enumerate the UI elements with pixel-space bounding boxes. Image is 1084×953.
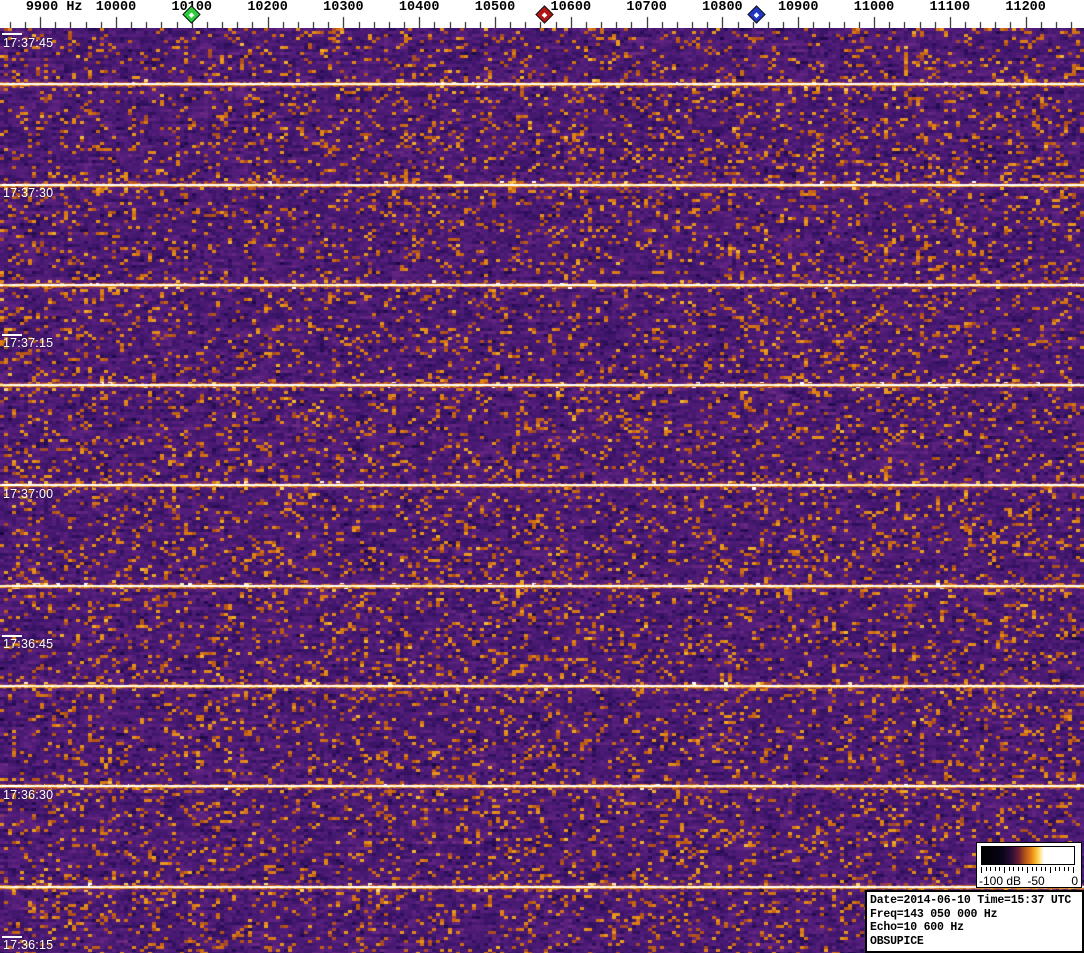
freq-tick-label: 9900 Hz bbox=[25, 0, 83, 15]
colorbar-tick bbox=[1040, 867, 1042, 871]
colorbar-label-min: -100 dB bbox=[979, 874, 1022, 888]
colorbar-tick bbox=[1004, 867, 1005, 873]
colorbar-tick bbox=[1073, 867, 1074, 873]
red-marker-center-dot bbox=[541, 11, 548, 17]
colorbar-legend: -100 dB -50 0 bbox=[976, 842, 1082, 888]
info-station: OBSUPICE bbox=[870, 934, 924, 948]
spectrogram-app: { "chart_data": { "type": "heatmap", "de… bbox=[0, 0, 1084, 953]
colorbar-tick bbox=[1027, 867, 1028, 873]
colorbar-tick bbox=[1045, 867, 1047, 871]
colorbar-tick bbox=[1008, 867, 1010, 871]
info-frequency: Freq=143 050 000 Hz bbox=[870, 907, 998, 921]
colorbar-tick bbox=[990, 867, 992, 871]
time-label: 17:37:30 bbox=[3, 186, 54, 200]
freq-tick-label: 10800 bbox=[702, 0, 743, 15]
colorbar-tick bbox=[1013, 867, 1015, 871]
spectrogram-waterfall[interactable] bbox=[0, 28, 1084, 953]
info-echo: Echo=10 600 Hz bbox=[870, 921, 964, 934]
freq-tick-label: 10200 bbox=[247, 0, 288, 15]
colorbar-tick bbox=[1068, 867, 1070, 871]
info-date-time: Date=2014-06-10 Time=15:37 UTC bbox=[870, 894, 1072, 907]
time-label: 17:36:15 bbox=[3, 938, 54, 953]
freq-tick-label: 10600 bbox=[550, 0, 592, 15]
colorbar-tick bbox=[994, 867, 996, 871]
freq-tick-label: 10400 bbox=[398, 0, 440, 15]
colorbar-tick bbox=[1036, 867, 1038, 871]
freq-tick-label: 10300 bbox=[323, 0, 364, 15]
time-label: 17:36:45 bbox=[3, 637, 54, 652]
colorbar-tick bbox=[1022, 867, 1024, 871]
time-label: 17:37:15 bbox=[3, 336, 54, 351]
freq-tick-label: 11000 bbox=[853, 0, 895, 15]
colorbar-gradient bbox=[981, 846, 1075, 865]
time-label: 17:37:00 bbox=[3, 486, 54, 501]
colorbar-tick bbox=[981, 867, 982, 873]
time-label: 17:37:45 bbox=[3, 35, 54, 50]
colorbar-tick bbox=[1017, 867, 1019, 871]
freq-tick-label: 11200 bbox=[1005, 0, 1046, 15]
freq-tick-label: 10900 bbox=[777, 0, 819, 15]
freq-tick-label: 10000 bbox=[95, 0, 137, 15]
colorbar-tick bbox=[999, 867, 1001, 871]
colorbar-tick bbox=[1059, 867, 1061, 871]
colorbar-tick bbox=[1031, 867, 1033, 871]
colorbar-tick bbox=[985, 867, 987, 871]
colorbar-label-max: 0 bbox=[1071, 874, 1078, 888]
colorbar-label-mid: -50 bbox=[1027, 874, 1045, 888]
colorbar-tick bbox=[1050, 867, 1051, 873]
freq-tick-label: 10500 bbox=[474, 0, 516, 15]
colorbar-tick bbox=[1063, 867, 1065, 871]
blue-marker-center-dot bbox=[753, 11, 760, 17]
freq-tick-label: 11100 bbox=[929, 0, 971, 15]
colorbar-tick bbox=[1054, 867, 1056, 871]
info-box: Date=2014-06-10 Time=15:37 UTC Freq=143 … bbox=[865, 890, 1084, 953]
freq-tick-label: 10700 bbox=[626, 0, 667, 15]
green-marker-center-dot bbox=[188, 11, 195, 17]
time-label: 17:36:30 bbox=[3, 787, 54, 802]
